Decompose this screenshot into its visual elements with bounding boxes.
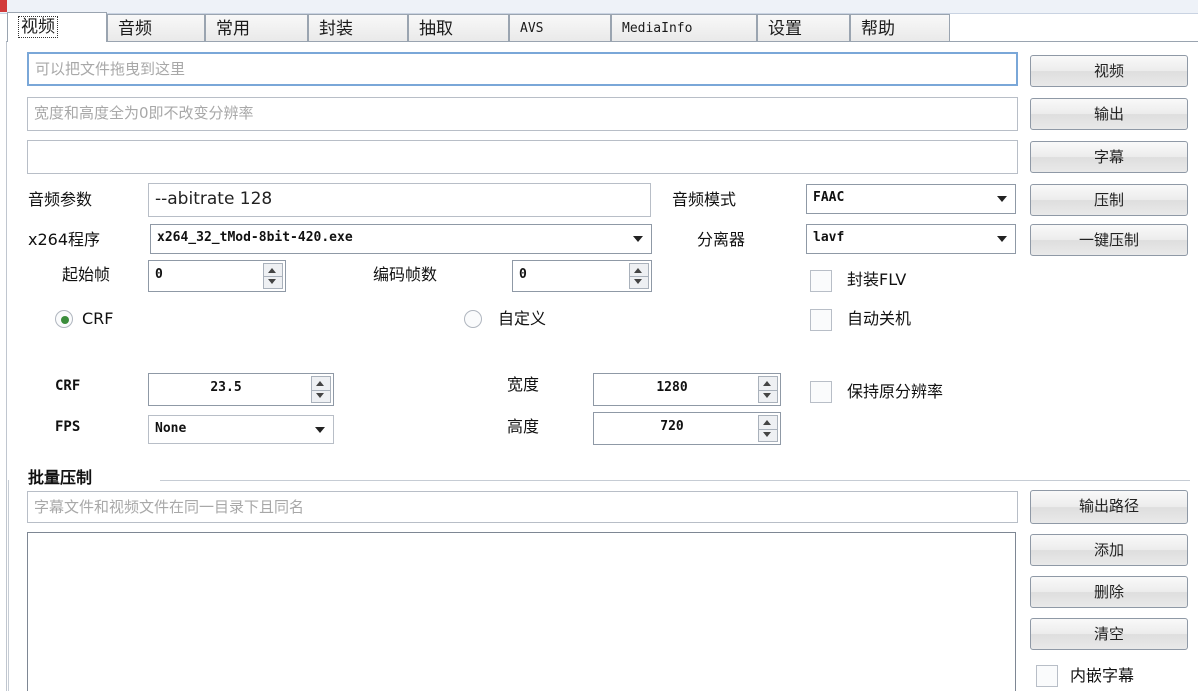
batch-group-border bbox=[160, 480, 1190, 481]
batch-path-input[interactable]: 字幕文件和视频文件在同一目录下且同名 bbox=[27, 491, 1018, 523]
fps-select[interactable]: None bbox=[148, 415, 334, 444]
tab-avs[interactable]: AVS bbox=[509, 14, 611, 42]
output-file-placeholder: 宽度和高度全为0即不改变分辨率 bbox=[34, 104, 254, 122]
tab-audio-label: 音频 bbox=[118, 19, 152, 39]
height-value: 720 bbox=[660, 419, 684, 434]
custom-radio-label: 自定义 bbox=[498, 309, 547, 328]
one-click-encode-button[interactable]: 一键压制 bbox=[1030, 224, 1188, 256]
start-frame-label: 起始帧 bbox=[62, 265, 111, 284]
width-label: 宽度 bbox=[507, 375, 540, 394]
crf-radio[interactable] bbox=[55, 310, 73, 328]
tab-mediainfo[interactable]: MediaInfo bbox=[611, 14, 757, 42]
auto-shutdown-checkbox[interactable] bbox=[810, 309, 832, 331]
app-icon bbox=[0, 0, 7, 12]
crf-spinner[interactable]: 23.5 bbox=[148, 373, 334, 406]
encode-frames-spinner[interactable]: 0 bbox=[512, 260, 652, 292]
tab-mediainfo-label: MediaInfo bbox=[622, 21, 693, 36]
start-frame-value: 0 bbox=[155, 267, 163, 282]
custom-radio[interactable] bbox=[464, 310, 482, 328]
add-button[interactable]: 添加 bbox=[1030, 534, 1188, 566]
chevron-down-icon bbox=[997, 196, 1007, 202]
spinner-arrows-icon[interactable] bbox=[263, 263, 283, 289]
chevron-down-icon bbox=[997, 236, 1007, 242]
tab-audio[interactable]: 音频 bbox=[107, 14, 205, 42]
encode-frames-label: 编码帧数 bbox=[373, 265, 438, 284]
width-value: 1280 bbox=[656, 380, 688, 395]
tab-video[interactable]: 视频 bbox=[7, 12, 107, 42]
clear-button[interactable]: 清空 bbox=[1030, 618, 1188, 650]
batch-path-placeholder: 字幕文件和视频文件在同一目录下且同名 bbox=[34, 498, 305, 516]
output-path-button[interactable]: 输出路径 bbox=[1030, 490, 1188, 524]
tab-extract-label: 抽取 bbox=[419, 19, 453, 39]
window-top-strip bbox=[0, 0, 1198, 14]
spinner-arrows-icon[interactable] bbox=[758, 376, 778, 403]
splitter-value: lavf bbox=[813, 230, 845, 245]
output-file-input[interactable]: 宽度和高度全为0即不改变分辨率 bbox=[27, 97, 1018, 131]
encode-button[interactable]: 压制 bbox=[1030, 184, 1188, 216]
embed-subtitle-checkbox[interactable] bbox=[1036, 665, 1058, 687]
crf-value: 23.5 bbox=[210, 380, 242, 395]
video-file-input[interactable]: 可以把文件拖曳到这里 bbox=[27, 52, 1018, 86]
video-button[interactable]: 视频 bbox=[1030, 55, 1188, 87]
audio-mode-value: FAAC bbox=[813, 190, 845, 205]
subtitle-file-input[interactable] bbox=[27, 140, 1018, 174]
x264-program-label: x264程序 bbox=[28, 230, 101, 249]
embed-subtitle-label: 内嵌字幕 bbox=[1070, 666, 1135, 685]
spinner-arrows-icon[interactable] bbox=[629, 263, 649, 289]
auto-shutdown-label: 自动关机 bbox=[847, 309, 912, 328]
audio-params-label: 音频参数 bbox=[28, 190, 93, 209]
video-file-placeholder: 可以把文件拖曳到这里 bbox=[35, 60, 186, 78]
batch-group-border-left bbox=[8, 480, 9, 691]
width-spinner[interactable]: 1280 bbox=[593, 373, 781, 406]
keep-resolution-label: 保持原分辨率 bbox=[847, 382, 944, 401]
crf-label: CRF bbox=[55, 378, 81, 394]
tab-mux[interactable]: 封装 bbox=[308, 14, 408, 42]
crf-radio-label: CRF bbox=[82, 309, 114, 328]
audio-params-input[interactable]: --abitrate 128 bbox=[148, 183, 651, 217]
delete-button[interactable]: 删除 bbox=[1030, 576, 1188, 608]
chevron-down-icon bbox=[315, 427, 325, 433]
encode-frames-value: 0 bbox=[519, 267, 527, 282]
splitter-select[interactable]: lavf bbox=[806, 224, 1016, 254]
tab-avs-label: AVS bbox=[520, 21, 544, 36]
spinner-arrows-icon[interactable] bbox=[311, 376, 331, 403]
tab-extract[interactable]: 抽取 bbox=[408, 14, 509, 42]
tab-help[interactable]: 帮助 bbox=[850, 14, 950, 42]
tab-common[interactable]: 常用 bbox=[205, 14, 308, 42]
audio-mode-select[interactable]: FAAC bbox=[806, 184, 1016, 214]
mux-flv-checkbox[interactable] bbox=[810, 270, 832, 292]
height-spinner[interactable]: 720 bbox=[593, 412, 781, 445]
x264-program-select[interactable]: x264_32_tMod-8bit-420.exe bbox=[150, 224, 652, 254]
tab-settings[interactable]: 设置 bbox=[757, 14, 850, 42]
tab-common-label: 常用 bbox=[216, 19, 250, 39]
fps-value: None bbox=[155, 421, 187, 436]
keep-resolution-checkbox[interactable] bbox=[810, 381, 832, 403]
x264-program-value: x264_32_tMod-8bit-420.exe bbox=[157, 230, 353, 245]
fps-label: FPS bbox=[55, 419, 81, 435]
subtitle-button[interactable]: 字幕 bbox=[1030, 141, 1188, 173]
audio-mode-label: 音频模式 bbox=[672, 190, 737, 209]
start-frame-spinner[interactable]: 0 bbox=[148, 260, 286, 292]
tab-video-label: 视频 bbox=[18, 16, 58, 38]
batch-group-title: 批量压制 bbox=[28, 468, 93, 487]
tab-help-label: 帮助 bbox=[861, 19, 895, 39]
splitter-label: 分离器 bbox=[697, 230, 746, 249]
tab-mux-label: 封装 bbox=[319, 19, 353, 39]
tab-settings-label: 设置 bbox=[768, 19, 802, 39]
output-button[interactable]: 输出 bbox=[1030, 98, 1188, 130]
chevron-down-icon bbox=[633, 236, 643, 242]
batch-file-list[interactable] bbox=[27, 532, 1016, 691]
spinner-arrows-icon[interactable] bbox=[758, 415, 778, 442]
mux-flv-label: 封装FLV bbox=[847, 270, 907, 289]
height-label: 高度 bbox=[507, 417, 540, 436]
